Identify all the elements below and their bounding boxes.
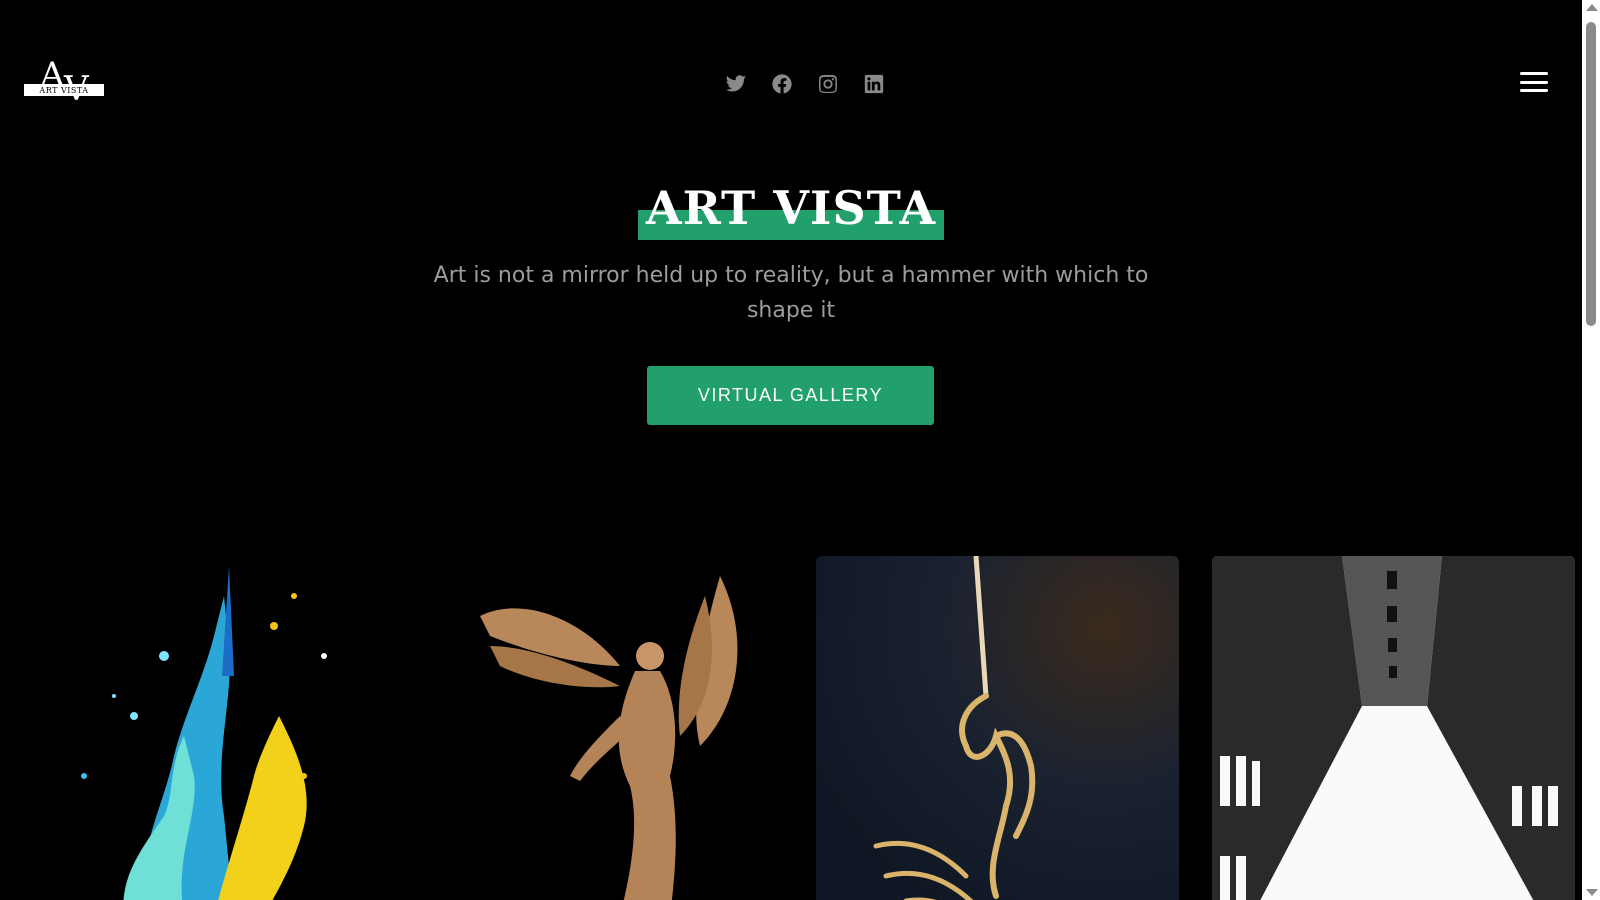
svg-text:ART VISTA: ART VISTA xyxy=(38,86,88,95)
gallery-card-golden-hand[interactable] xyxy=(816,556,1179,900)
hero-title: ART VISTA xyxy=(637,180,945,240)
menu-line xyxy=(1520,80,1548,84)
scroll-thumb[interactable] xyxy=(1586,22,1596,326)
hero-title-text: ART VISTA xyxy=(645,181,937,235)
scroll-up-arrow-icon[interactable] xyxy=(1586,4,1598,11)
linkedin-icon[interactable] xyxy=(862,72,886,96)
facebook-icon[interactable] xyxy=(770,72,794,96)
angel-sculpture-image xyxy=(420,556,783,900)
social-links xyxy=(724,72,886,96)
gallery-card-building[interactable] xyxy=(1212,556,1575,900)
page: A V ART VISTA ART VISTA Art is not xyxy=(0,0,1582,900)
twitter-icon[interactable] xyxy=(724,72,748,96)
gallery-card-angel-sculpture[interactable] xyxy=(420,556,783,900)
scroll-down-arrow-icon[interactable] xyxy=(1586,889,1598,896)
hero: ART VISTA xyxy=(0,180,1582,240)
instagram-icon[interactable] xyxy=(816,72,840,96)
hero-tagline: Art is not a mirror held up to reality, … xyxy=(433,263,1149,323)
paint-splash-image xyxy=(24,556,387,900)
menu-line xyxy=(1520,89,1548,92)
golden-hand-image xyxy=(816,556,1179,900)
vertical-scrollbar[interactable] xyxy=(1582,0,1600,900)
gallery-card-paint-splash[interactable] xyxy=(24,556,387,900)
site-logo[interactable]: A V ART VISTA xyxy=(24,56,104,112)
hamburger-icon[interactable] xyxy=(1520,70,1548,94)
building-image xyxy=(1212,556,1575,900)
gallery-grid xyxy=(24,556,1575,900)
menu-line xyxy=(1520,72,1548,75)
virtual-gallery-button[interactable]: VIRTUAL GALLERY xyxy=(647,366,934,425)
